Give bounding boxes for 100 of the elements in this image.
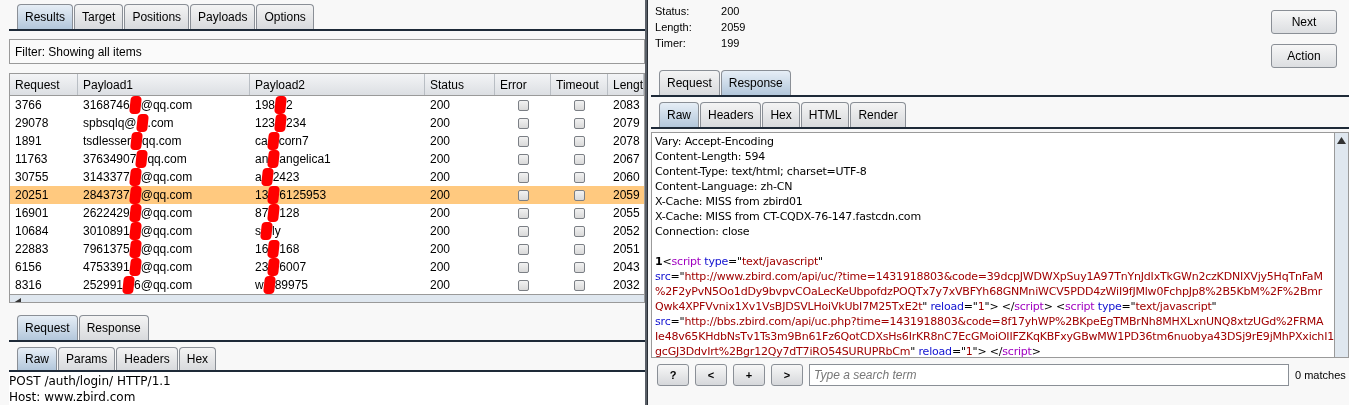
scribble-stroke <box>128 240 142 259</box>
checkbox[interactable] <box>517 225 529 237</box>
cell-text: 23 <box>255 259 269 277</box>
detail-value: 200 <box>721 3 740 19</box>
detail-value: 2059 <box>721 19 746 35</box>
cell-text: ca <box>255 133 268 151</box>
search-nav-button[interactable]: < <box>695 364 727 386</box>
checkbox[interactable] <box>574 207 585 219</box>
table-cell-text: 11763 <box>14 151 49 169</box>
column-header[interactable]: Payload1 <box>78 74 250 96</box>
column-header[interactable]: Error <box>495 74 551 96</box>
scribble-stroke <box>267 204 281 223</box>
table-cell-text: 200 <box>429 259 452 277</box>
scribble-stroke <box>128 204 142 223</box>
cell-text: angelica1 <box>279 151 331 169</box>
tab[interactable]: HTML <box>800 102 850 127</box>
match-count: 0 matches <box>1295 367 1346 383</box>
tab[interactable]: Headers <box>116 347 178 370</box>
checkbox[interactable] <box>574 117 585 129</box>
search-nav-button[interactable]: ? <box>657 364 689 386</box>
vertical-scrollbar[interactable] <box>1334 133 1348 357</box>
table-row[interactable]: 20251 2843737 @qq.com 13 6125953 200 2059 <box>10 186 644 205</box>
cell-text: 6125953 <box>279 187 327 205</box>
table-cell-text: 200 <box>429 169 452 187</box>
checkbox[interactable] <box>517 117 529 129</box>
table-cell-text: 2043 <box>612 259 641 277</box>
tab[interactable]: Request <box>659 70 720 95</box>
table-cell-text: 2055 <box>612 205 641 223</box>
table-cell-text: 8316 <box>14 277 43 295</box>
tab[interactable]: Payloads <box>190 4 256 29</box>
checkbox[interactable] <box>574 153 585 165</box>
cell-text: .com <box>147 115 174 133</box>
up-arrow-icon[interactable] <box>1337 137 1346 144</box>
checkbox[interactable] <box>574 243 585 255</box>
request-line: Host: www.zbird.com <box>9 389 137 405</box>
checkbox[interactable] <box>574 225 585 237</box>
cell-text: @qq.com <box>140 223 193 241</box>
checkbox[interactable] <box>574 135 585 147</box>
column-header[interactable]: Status <box>425 74 495 96</box>
search-nav-button[interactable]: > <box>771 364 803 386</box>
search-nav-button[interactable]: + <box>733 364 765 386</box>
tab[interactable]: Raw <box>17 347 57 370</box>
cell-text: qq.com <box>142 133 182 151</box>
checkbox[interactable] <box>574 99 585 111</box>
table-cell-text: 200 <box>429 277 452 295</box>
checkbox[interactable] <box>574 189 585 201</box>
checkbox[interactable] <box>517 243 529 255</box>
checkbox[interactable] <box>517 279 529 291</box>
cell-text: @qq.com <box>140 205 193 223</box>
checkbox[interactable] <box>517 261 529 273</box>
action-button[interactable]: Action <box>1271 44 1337 68</box>
table-cell-text: 200 <box>429 223 452 241</box>
checkbox[interactable] <box>574 171 585 183</box>
cell-text: s <box>255 223 261 241</box>
checkbox[interactable] <box>517 99 529 111</box>
column-header[interactable]: Payload2 <box>250 74 425 96</box>
tab[interactable]: Results <box>17 4 73 29</box>
search-field[interactable]: Type a search term <box>809 364 1289 386</box>
tab[interactable]: Request <box>17 315 78 340</box>
checkbox[interactable] <box>517 171 529 183</box>
cell-text: 7961375 <box>83 241 130 259</box>
column-header[interactable]: Lengt <box>608 74 644 96</box>
scribble-stroke <box>128 186 142 205</box>
scribble-stroke <box>128 222 142 241</box>
cell-text: an <box>255 151 269 169</box>
scribble-stroke <box>128 168 142 187</box>
tab[interactable]: Params <box>58 347 116 370</box>
checkbox[interactable] <box>517 135 529 147</box>
column-header[interactable]: Timeout <box>551 74 608 96</box>
scribble-stroke <box>135 114 149 133</box>
cell-text: 87 <box>255 205 269 223</box>
table-cell-text: 200 <box>429 133 452 151</box>
tab[interactable]: Positions <box>124 4 190 29</box>
tab[interactable]: Hex <box>178 347 217 370</box>
checkbox[interactable] <box>517 189 529 201</box>
table-cell-text: 2060 <box>612 169 641 187</box>
code-line: 1<script type="text/javascript" <box>655 254 823 269</box>
table-cell-text: 2051 <box>612 241 641 259</box>
tab[interactable]: Hex <box>762 102 800 127</box>
checkbox[interactable] <box>517 207 529 219</box>
scribble-stroke <box>135 150 149 169</box>
action-button[interactable]: Next <box>1271 10 1337 34</box>
tab[interactable]: Response <box>720 70 791 95</box>
scribble-stroke <box>267 258 281 277</box>
tab[interactable]: Options <box>256 4 314 29</box>
table-cell-text: 1891 <box>14 133 43 151</box>
checkbox[interactable] <box>517 153 529 165</box>
checkbox[interactable] <box>574 261 585 273</box>
tab[interactable]: Raw <box>659 102 700 127</box>
cell-text: qq.com <box>147 151 187 169</box>
column-header[interactable]: Request <box>10 74 78 96</box>
tab[interactable]: Render <box>850 102 906 127</box>
table-cell-text: 2032 <box>612 277 641 295</box>
tab[interactable]: Target <box>74 4 124 29</box>
filter-label[interactable]: Filter: Showing all items <box>15 42 142 61</box>
tab[interactable]: Headers <box>700 102 762 127</box>
tab[interactable]: Response <box>78 315 149 340</box>
checkbox[interactable] <box>574 279 585 291</box>
cell-text: 128 <box>279 205 300 223</box>
cell-text: 37634907 <box>83 151 137 169</box>
